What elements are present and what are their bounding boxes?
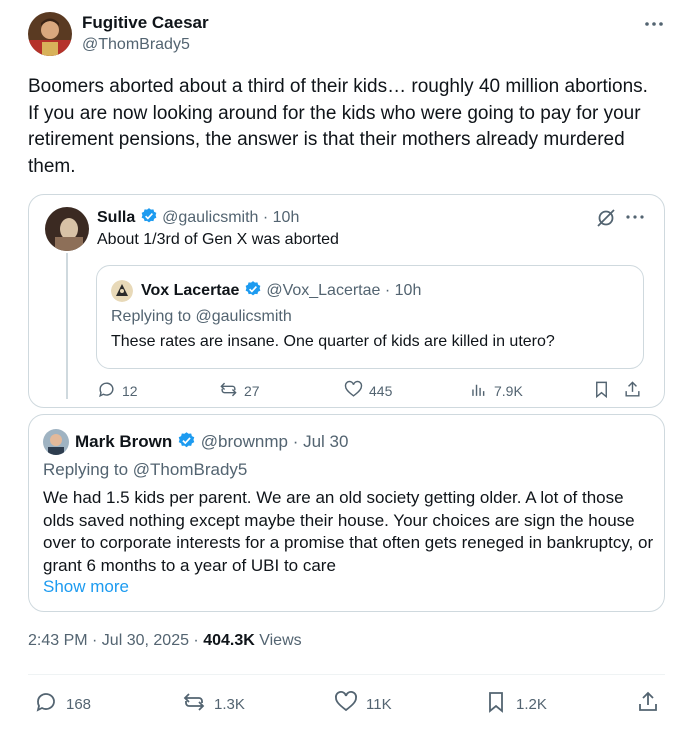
quote-author-row: Sulla @gaulicsmith · 10h [97,207,299,230]
quote-repost-count: 27 [244,383,260,399]
reply-replying-to: Replying to @ThomBrady5 [43,460,247,480]
post-time[interactable]: 2:43 PM · Jul 30, 2025 · [28,632,203,649]
grok-icon[interactable] [595,207,617,229]
views-count: 404.3K [203,632,255,649]
quote-views-button[interactable]: 7.9K [469,380,523,402]
share-icon [623,380,642,402]
quote-like-button[interactable]: 445 [344,380,392,402]
quote-reply-count: 12 [122,383,138,399]
reply-count: 168 [66,695,92,713]
quote-views-count: 7.9K [494,383,523,399]
quote-author-avatar[interactable] [45,207,89,251]
replying-to-handle[interactable]: @gaulicsmith [196,308,292,325]
tweet-text: Boomers aborted about a third of their k… [28,76,648,177]
reply-icon [97,380,116,402]
reply-icon [34,690,58,718]
verified-badge-icon [177,431,196,455]
reply-author-avatar[interactable] [43,429,69,455]
replying-to-label: Replying to [43,460,133,479]
nested-author-row: Vox Lacertae @Vox_Lacertae · 10h [141,280,421,303]
reply-author-handle[interactable]: @brownmp [201,432,288,451]
verified-badge-icon [244,280,262,303]
repost-icon [219,380,238,402]
like-count: 11K [366,695,392,713]
quote-repost-button[interactable]: 27 [219,380,260,402]
nested-author-name[interactable]: Vox Lacertae [141,282,239,299]
quote-bookmark-button[interactable] [592,380,611,402]
quote-author-name[interactable]: Sulla [97,209,135,226]
quote-author-handle[interactable]: @gaulicsmith [162,209,258,226]
nested-time[interactable]: · 10h [385,282,421,299]
reply-author-row: Mark Brown @brownmp · Jul 30 [75,431,348,455]
nested-author-avatar[interactable] [111,280,133,302]
nested-text: These rates are insane. One quarter of k… [111,333,555,350]
quote-reply-button[interactable]: 12 [97,380,138,402]
nested-replying-to: Replying to @gaulicsmith [111,308,292,326]
show-more-link[interactable]: Show more [43,577,129,597]
more-options-icon[interactable] [640,10,668,38]
quote-share-button[interactable] [623,380,642,402]
bookmark-button[interactable]: 1.2K [484,690,547,718]
bookmark-icon [592,380,611,402]
replying-to-label: Replying to [111,308,196,325]
nested-author-handle[interactable]: @Vox_Lacertae [266,282,380,299]
author-avatar[interactable] [28,12,72,56]
repost-button[interactable]: 1.3K [182,690,245,718]
quote-time[interactable]: · 10h [263,209,299,226]
reply-time[interactable]: · Jul 30 [293,432,349,451]
timestamp-row: 2:43 PM · Jul 30, 2025 · 404.3K Views [28,632,302,650]
reply-text: We had 1.5 kids per parent. We are an ol… [43,488,654,575]
views-icon [469,380,488,402]
nested-quoted-post-card[interactable]: Vox Lacertae @Vox_Lacertae · 10h Replyin… [96,265,644,369]
author-name[interactable]: Fugitive Caesar [82,13,209,33]
heart-icon [344,380,363,402]
quote-more-options-icon[interactable] [623,205,647,229]
like-button[interactable]: 11K [334,690,392,718]
reply-post-card[interactable]: Mark Brown @brownmp · Jul 30 Replying to… [28,414,665,612]
bookmark-count: 1.2K [516,695,547,713]
thread-line [66,253,68,399]
quote-like-count: 445 [369,383,393,399]
repost-count: 1.3K [214,695,245,713]
share-button[interactable] [636,690,660,718]
quoted-post-card[interactable]: Sulla @gaulicsmith · 10h About 1/3rd of … [28,194,665,408]
divider [28,674,665,675]
quote-text: About 1/3rd of Gen X was aborted [97,231,339,248]
author-handle[interactable]: @ThomBrady5 [82,36,190,54]
share-icon [636,690,660,718]
repost-icon [182,690,206,718]
reply-button[interactable]: 168 [34,690,91,718]
views-label: Views [254,632,302,649]
verified-badge-icon [140,207,158,230]
heart-icon [334,690,358,718]
replying-to-handle[interactable]: @ThomBrady5 [133,460,248,479]
reply-author-name[interactable]: Mark Brown [75,432,172,451]
bookmark-icon [484,690,508,718]
